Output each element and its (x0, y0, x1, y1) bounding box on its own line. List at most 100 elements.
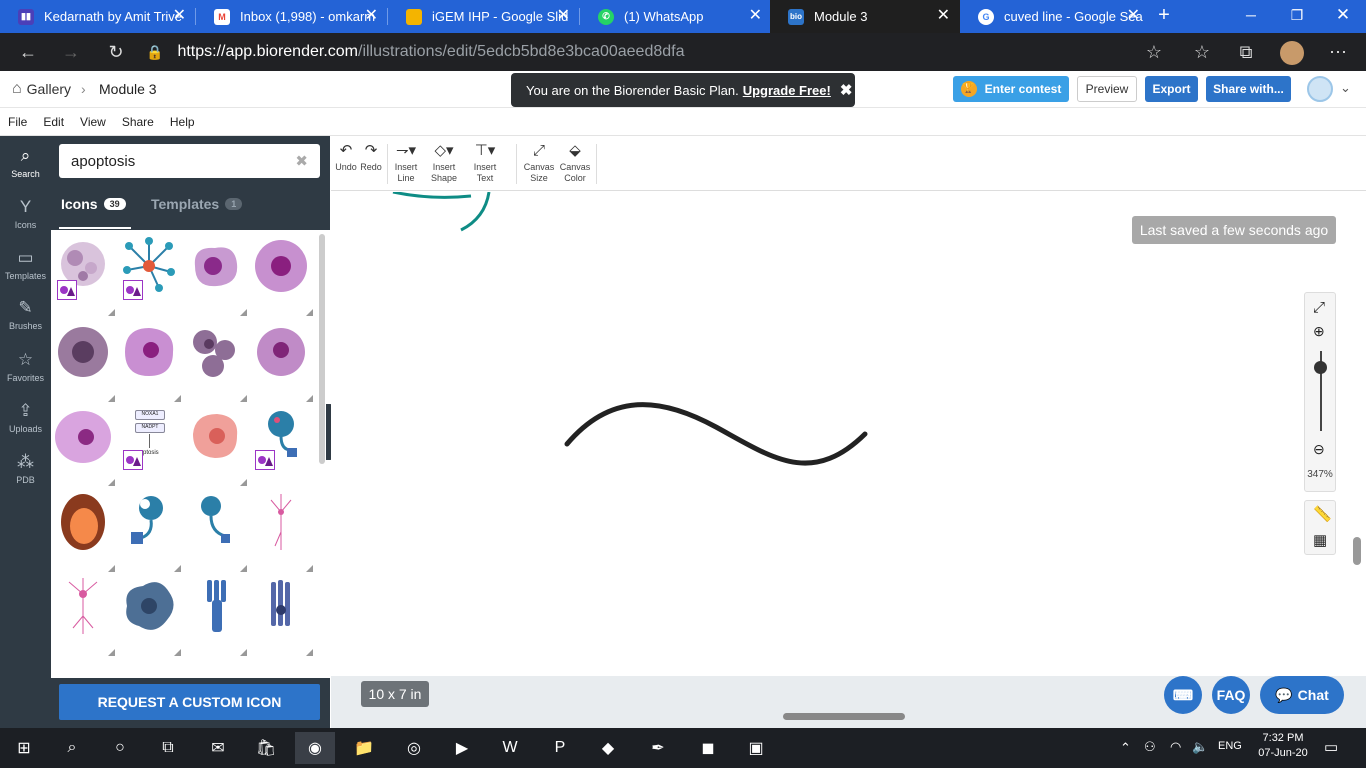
insert-line-button[interactable]: ⇁▾ Insert Line (391, 140, 421, 184)
icon-result-neuron-2[interactable] (53, 576, 115, 656)
menu-view[interactable]: View (80, 115, 106, 129)
icon-result-blebbing-cell[interactable] (185, 322, 247, 402)
browser-tab-3[interactable]: iGEM IHP - Google Slid ✕ (388, 0, 580, 33)
icon-result-receptor-2[interactable] (185, 492, 247, 572)
menu-file[interactable]: File (8, 115, 27, 129)
pubg-icon[interactable]: ▣ (736, 732, 776, 764)
menu-help[interactable]: Help (170, 115, 195, 129)
url-field[interactable]: 🔒 https://app.biorender.com/illustration… (146, 38, 1176, 66)
maximize-button[interactable]: ❐ (1274, 0, 1320, 33)
canvas-size-button[interactable]: ⤢ Canvas Size (522, 140, 556, 184)
icon-result-neuron-network[interactable] (119, 236, 181, 316)
tab-icons[interactable]: Icons 39 (61, 196, 126, 212)
rail-icons[interactable]: Y Icons (0, 189, 51, 239)
new-tab-button[interactable]: + (1152, 4, 1176, 28)
people-icon[interactable]: ⚇ (1144, 739, 1156, 755)
browser-tab-6[interactable]: G cuved line - Google Sea ✕ (960, 0, 1150, 33)
toast-close-icon[interactable]: ✖ (840, 81, 853, 99)
icon-result-pathway-card[interactable]: NOXA1 NADPT apoptosis (119, 406, 181, 486)
menu-edit[interactable]: Edit (43, 115, 64, 129)
store-icon[interactable]: 🛍 (246, 732, 286, 764)
undo-button[interactable]: ↶ Undo (335, 140, 357, 173)
app-icon[interactable]: ◆ (588, 732, 628, 764)
export-button[interactable]: Export (1145, 76, 1198, 102)
icon-result-cell-3[interactable] (185, 236, 247, 316)
cortana-icon[interactable]: ○ (100, 732, 140, 764)
icon-result-cell-4[interactable] (251, 236, 313, 316)
tray-chevron-up-icon[interactable]: ⌃ (1120, 740, 1131, 756)
close-icon[interactable]: ✕ (937, 8, 950, 24)
icon-result-receptor-complex[interactable] (251, 576, 313, 656)
rail-search[interactable]: ⌕ Search (0, 138, 51, 188)
close-icon[interactable]: ✕ (173, 8, 186, 24)
redo-button[interactable]: ↷ Redo (359, 140, 383, 173)
language-indicator[interactable]: ENG (1218, 740, 1242, 752)
zoom-slider-handle[interactable] (1314, 361, 1327, 374)
upgrade-link[interactable]: Upgrade Free! (743, 83, 831, 98)
edge-icon[interactable]: ◉ (295, 732, 335, 764)
request-custom-icon-button[interactable]: REQUEST A CUSTOM ICON (59, 684, 320, 720)
icon-result-necrotic-cell[interactable] (185, 406, 247, 486)
icon-result-cell-8[interactable] (251, 322, 313, 402)
insert-shape-button[interactable]: ◇▾ Insert Shape (429, 140, 459, 184)
clear-search-icon[interactable]: ✖ (295, 152, 308, 170)
canvas-vertical-scrollbar[interactable] (1353, 537, 1361, 565)
icon-result-transmembrane-receptor[interactable] (185, 576, 247, 656)
wifi-icon[interactable]: ◠ (1170, 739, 1181, 755)
tab-templates[interactable]: Templates 1 (151, 196, 243, 212)
panel-scrollbar[interactable] (319, 234, 325, 464)
icon-result-receptor[interactable] (251, 406, 313, 486)
icon-result-egg-cell[interactable] (53, 492, 115, 572)
browser-tab-5[interactable]: bio Module 3 ✕ (770, 0, 960, 33)
keyboard-shortcuts-button[interactable]: ⌨ (1164, 676, 1202, 714)
ruler-icon[interactable]: 📏 (1313, 505, 1332, 523)
icon-result-neuron[interactable] (251, 492, 313, 572)
close-icon[interactable]: ✕ (557, 8, 570, 24)
rail-pdb[interactable]: ⁂ PDB (0, 444, 51, 494)
rail-brushes[interactable]: ✎ Brushes (0, 290, 51, 340)
taskbar-clock[interactable]: 7:32 PM 07-Jun-20 (1252, 732, 1314, 759)
insert-text-button[interactable]: ⊤▾ Insert Text (469, 140, 501, 184)
share-button[interactable]: Share with... (1206, 76, 1291, 102)
drawing-canvas[interactable]: Last saved a few seconds ago ⤢ ⊕ ⊖ 347% … (331, 192, 1366, 676)
file-explorer-icon[interactable]: 📁 (344, 732, 384, 764)
media-player-icon[interactable]: ▶ (442, 732, 482, 764)
canvas-color-button[interactable]: ⬙ Canvas Color (558, 140, 592, 184)
rail-uploads[interactable]: ⇪ Uploads (0, 393, 51, 443)
search-input[interactable]: apoptosis ✖ (59, 144, 320, 178)
zoom-out-icon[interactable]: ⊖ (1313, 441, 1325, 458)
browser-tab-4[interactable]: ✆ (1) WhatsApp ✕ (580, 0, 772, 33)
minimize-button[interactable]: ─ (1228, 0, 1274, 33)
window-close-button[interactable]: ✕ (1320, 0, 1366, 33)
canvas-horizontal-scrollbar[interactable] (783, 713, 905, 720)
notifications-icon[interactable]: ▭ (1324, 738, 1338, 756)
grid-icon[interactable]: ▦ (1313, 531, 1327, 549)
icon-result-round-cell[interactable] (53, 406, 115, 486)
word-icon[interactable]: W (490, 732, 530, 764)
reading-list-icon[interactable]: ☆ (1188, 39, 1216, 65)
back-arrow-icon[interactable]: ← (14, 39, 42, 65)
forward-arrow-icon[interactable]: → (57, 39, 85, 65)
profile-avatar[interactable] (1280, 41, 1304, 65)
rail-templates[interactable]: ▭ Templates (0, 240, 51, 290)
rail-favorites[interactable]: ☆ Favorites (0, 342, 51, 392)
gallery-link[interactable]: ⌂ Gallery › (12, 80, 86, 98)
volume-icon[interactable]: 🔈 (1192, 739, 1208, 755)
faq-button[interactable]: FAQ (1212, 676, 1250, 714)
reload-icon[interactable]: ↻ (102, 39, 130, 65)
curved-line-shape[interactable] (564, 402, 868, 466)
close-icon[interactable]: ✕ (365, 8, 378, 24)
chevron-down-icon[interactable]: ⌄ (1340, 80, 1351, 96)
bookmark-star-icon[interactable]: ☆ (1140, 39, 1168, 65)
collections-icon[interactable]: ⧉ (1232, 39, 1260, 65)
close-icon[interactable]: ✕ (749, 8, 762, 24)
browser-tab-2[interactable]: M Inbox (1,998) - omkarm ✕ (196, 0, 388, 33)
task-view-icon[interactable]: ⧉ (148, 732, 188, 764)
search-icon[interactable]: ⌕ (52, 732, 92, 764)
zoom-icon[interactable]: ◼ (688, 732, 728, 764)
icon-result-cell-6[interactable] (119, 322, 181, 402)
chrome-icon[interactable]: ◎ (394, 732, 434, 764)
icon-result-macrophage[interactable] (119, 576, 181, 656)
zoom-in-icon[interactable]: ⊕ (1313, 323, 1325, 340)
teal-curve-partial[interactable] (392, 192, 472, 199)
